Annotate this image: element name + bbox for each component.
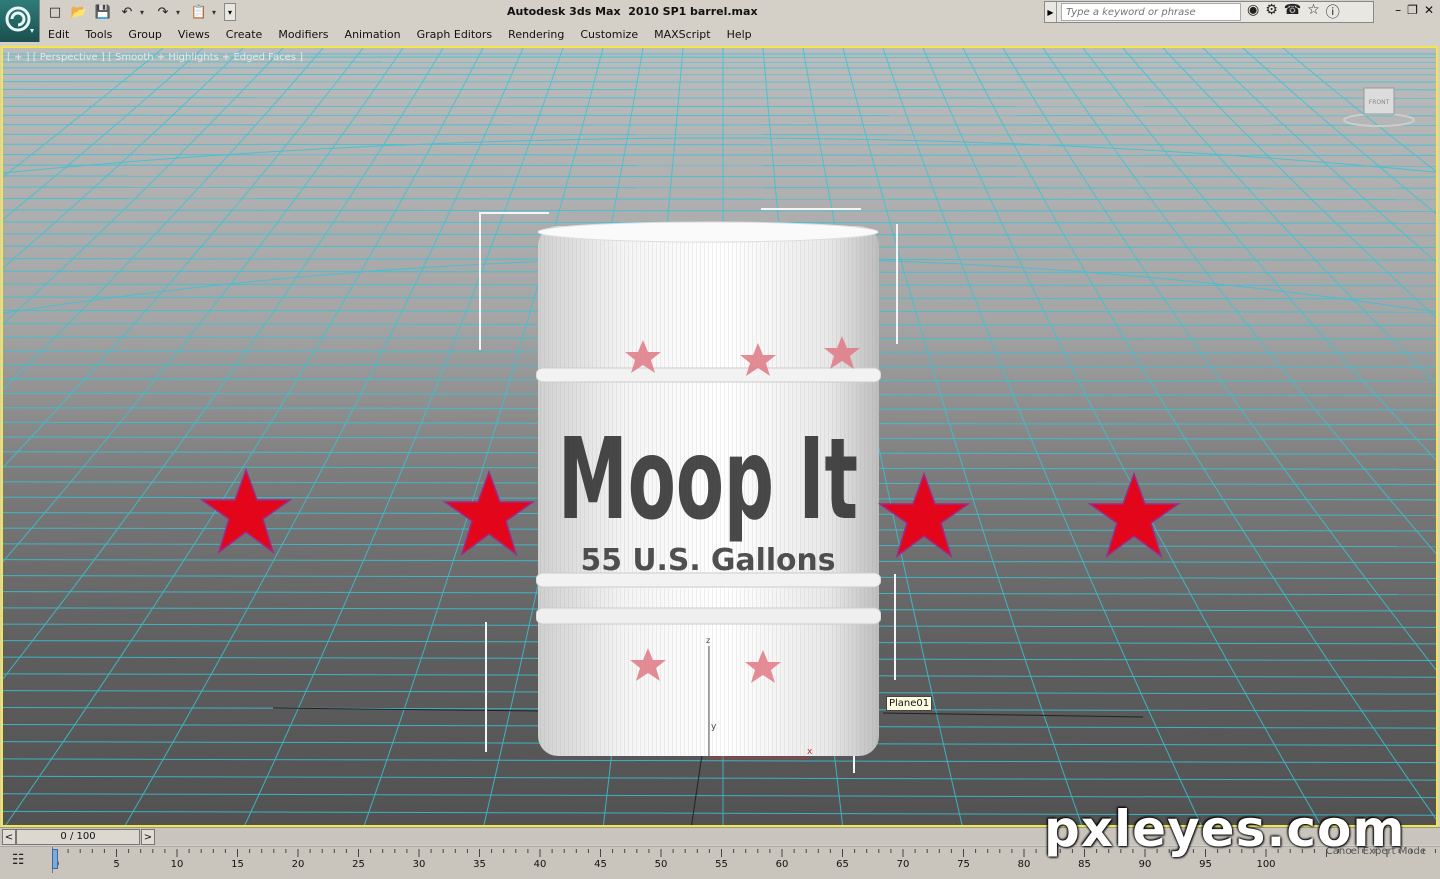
time-slider[interactable]: 0 / 100 <box>16 829 140 845</box>
max-logo-icon <box>5 6 34 33</box>
watermark: pxleyes.com <box>1044 800 1406 858</box>
menu-rendering[interactable]: Rendering <box>500 25 572 45</box>
redo-dropdown-icon[interactable]: ▾ <box>176 8 186 17</box>
project-folder-icon[interactable]: 📋 <box>188 2 210 22</box>
star-object-3[interactable] <box>878 472 970 558</box>
prev-frame-button[interactable]: < <box>2 829 16 845</box>
barrel-main-text: Moop It <box>558 415 858 545</box>
ruler-tick-label: 25 <box>352 859 365 870</box>
star-object-2[interactable] <box>443 470 535 556</box>
ruler-tick-label: 65 <box>836 859 849 870</box>
barrel-sub-text: 55 U.S. Gallons <box>581 543 836 578</box>
axis-z-label: z <box>706 636 710 645</box>
ruler-tick-label: 75 <box>957 859 970 870</box>
undo-dropdown-icon[interactable]: ▾ <box>140 8 150 17</box>
menu-maxscript[interactable]: MAXScript <box>646 25 718 45</box>
axis-y-label: y <box>711 722 717 732</box>
ruler-tick-label: 80 <box>1017 859 1031 870</box>
customize-qat-icon[interactable]: ▾ <box>224 3 236 21</box>
object-tooltip: Plane01 <box>886 696 933 711</box>
ruler-tick-label: 30 <box>412 859 426 870</box>
menu-create[interactable]: Create <box>218 25 271 45</box>
ruler-tick-label: 35 <box>473 859 486 870</box>
minimize-icon[interactable]: – <box>1395 3 1401 17</box>
collapse-arrow-icon[interactable]: ▶ <box>1045 2 1057 22</box>
title-bar: □ 📂 💾 ↶ ▾ ↷ ▾ 📋 ▾ ▾ Autodesk 3ds Max 201… <box>0 0 1440 42</box>
perspective-viewport[interactable]: [ + ] [ Perspective ] [ Smooth + Highlig… <box>1 46 1438 827</box>
help-icon[interactable]: ⓘ <box>1326 2 1340 22</box>
menu-modifiers[interactable]: Modifiers <box>270 25 336 45</box>
menu-tools[interactable]: Tools <box>77 25 120 45</box>
project-dropdown-icon[interactable]: ▾ <box>212 8 222 17</box>
menu-bar: Edit Tools Group Views Create Modifiers … <box>40 25 760 45</box>
selection-bracket <box>894 574 896 680</box>
window-controls: – ❐ ✕ <box>1395 3 1434 17</box>
ruler-tick-label: 60 <box>775 859 789 870</box>
binoculars-icon[interactable]: ◉ <box>1247 2 1259 22</box>
communication-icon[interactable]: ☎ <box>1284 2 1301 22</box>
menu-group[interactable]: Group <box>120 25 170 45</box>
menu-customize[interactable]: Customize <box>572 25 646 45</box>
search-input[interactable] <box>1061 3 1241 21</box>
restore-icon[interactable]: ❐ <box>1407 3 1418 17</box>
application-button[interactable] <box>0 0 40 42</box>
subscription-icon[interactable]: ⚙ <box>1265 2 1278 22</box>
axis-x-label: x <box>807 747 813 757</box>
selection-bracket <box>761 208 861 210</box>
star-object-4[interactable] <box>1088 472 1180 558</box>
selection-bracket <box>479 212 549 214</box>
ruler-tick-label: 10 <box>170 859 184 870</box>
redo-icon[interactable]: ↷ <box>152 2 174 22</box>
viewport-label[interactable]: [ + ] [ Perspective ] [ Smooth + Highlig… <box>7 52 303 63</box>
save-icon[interactable]: 💾 <box>92 2 114 22</box>
ruler-tick-label: 45 <box>594 859 607 870</box>
ruler-tick-label: 20 <box>291 859 305 870</box>
ruler-tick-label: 15 <box>231 859 244 870</box>
ruler-tick-label: 70 <box>896 859 910 870</box>
playhead[interactable] <box>52 849 58 869</box>
ruler-tick-label: 85 <box>1078 859 1091 870</box>
viewcube[interactable]: FRONT <box>1342 84 1416 128</box>
ruler-tick-label: 95 <box>1199 859 1212 870</box>
infocenter: ▶ ◉ ⚙ ☎ ☆ ⓘ <box>1044 1 1374 23</box>
selection-bracket <box>479 212 481 350</box>
next-frame-button[interactable]: > <box>141 829 155 845</box>
ruler-tick-label: 50 <box>654 859 668 870</box>
selection-bracket <box>896 224 898 344</box>
ruler-tick-label: 100 <box>1256 859 1276 870</box>
file-name: barrel.max <box>690 5 758 18</box>
ruler-tick-label: 40 <box>533 859 547 870</box>
favorites-star-icon[interactable]: ☆ <box>1307 2 1320 22</box>
menu-views[interactable]: Views <box>170 25 218 45</box>
ruler-tick-label: 5 <box>113 859 120 870</box>
close-icon[interactable]: ✕ <box>1424 3 1434 17</box>
menu-help[interactable]: Help <box>719 25 760 45</box>
viewcube-face-label: FRONT <box>1369 99 1390 106</box>
menu-edit[interactable]: Edit <box>40 25 77 45</box>
app-window: □ 📂 💾 ↶ ▾ ↷ ▾ 📋 ▾ ▾ Autodesk 3ds Max 201… <box>0 0 1440 879</box>
curve-editor-icon[interactable]: ☷ <box>12 852 32 870</box>
undo-icon[interactable]: ↶ <box>116 2 138 22</box>
menu-graph-editors[interactable]: Graph Editors <box>409 25 501 45</box>
selection-bracket <box>485 622 487 752</box>
star-object-1[interactable] <box>200 468 292 554</box>
ruler-tick-label: 90 <box>1138 859 1152 870</box>
quick-access-toolbar: □ 📂 💾 ↶ ▾ ↷ ▾ 📋 ▾ ▾ <box>44 2 236 22</box>
open-icon[interactable]: 📂 <box>68 2 90 22</box>
app-title: Autodesk 3ds Max 2010 SP1 <box>507 5 687 18</box>
barrel-mesh[interactable]: Moop It 55 U.S. Gallons z y x <box>536 218 881 763</box>
new-icon[interactable]: □ <box>44 2 66 22</box>
ruler-tick-label: 55 <box>715 859 728 870</box>
menu-animation[interactable]: Animation <box>337 25 409 45</box>
